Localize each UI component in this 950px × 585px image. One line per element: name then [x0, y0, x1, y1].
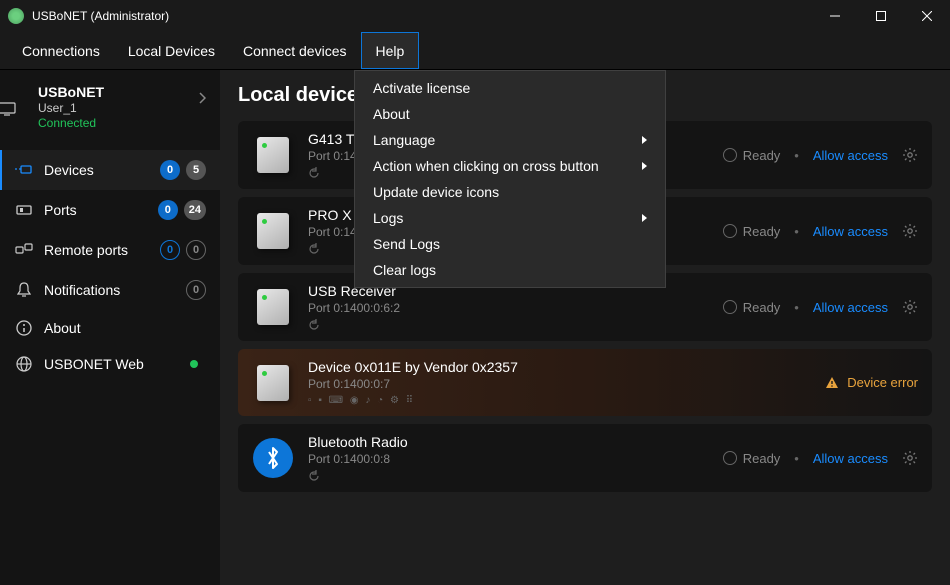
device-icon	[252, 134, 294, 176]
ready-icon	[723, 148, 737, 162]
account-panel[interactable]: USBoNET User_1 Connected	[0, 70, 220, 144]
app-logo-icon	[8, 8, 24, 24]
separator-dot: •	[794, 451, 799, 466]
sidebar-item-label: USBONET Web	[44, 356, 190, 372]
count-badge: 0	[160, 240, 180, 260]
allow-access-link[interactable]: Allow access	[813, 300, 888, 315]
status-error: Device error	[825, 375, 918, 390]
device-row[interactable]: Device 0x011E by Vendor 0x2357 Port 0:140…	[238, 349, 932, 416]
sidebar: USBoNET User_1 Connected Devices05Ports0…	[0, 70, 220, 585]
devices-icon	[14, 163, 34, 177]
notifications-icon	[14, 282, 34, 298]
count-badge: 0	[186, 240, 206, 260]
device-feature-icons	[308, 470, 709, 482]
count-badge: 0	[186, 280, 206, 300]
chevron-right-icon	[642, 214, 647, 222]
menu-connect-devices[interactable]: Connect devices	[229, 32, 361, 69]
separator-dot: •	[794, 148, 799, 163]
account-name: USBoNET	[38, 84, 204, 100]
status-ready: Ready	[723, 451, 781, 466]
title-bar: USBoNET (Administrator)	[0, 0, 950, 32]
sidebar-item-usbonet-web[interactable]: USBONET Web	[0, 346, 220, 382]
account-status: Connected	[38, 116, 204, 130]
chevron-right-icon	[198, 92, 206, 104]
usbonet-web-icon	[14, 356, 34, 372]
sidebar-item-label: Ports	[44, 202, 158, 218]
status-dot-icon	[190, 360, 198, 368]
ready-icon	[723, 451, 737, 465]
device-port: Port 0:1400:0:6:2	[308, 301, 709, 315]
sidebar-item-ports[interactable]: Ports0 24	[0, 190, 220, 230]
sidebar-item-devices[interactable]: Devices05	[0, 150, 220, 190]
help-item-language[interactable]: Language	[355, 127, 665, 153]
window-title: USBoNET (Administrator)	[32, 9, 812, 23]
sidebar-item-label: Notifications	[44, 282, 186, 298]
remote-ports-icon	[14, 243, 34, 257]
sidebar-item-about[interactable]: About	[0, 310, 220, 346]
allow-access-link[interactable]: Allow access	[813, 148, 888, 163]
gear-icon[interactable]	[902, 299, 918, 315]
separator-dot: •	[794, 300, 799, 315]
menu-help[interactable]: Help	[361, 32, 420, 69]
status-ready: Ready	[723, 148, 781, 163]
sidebar-item-remote-ports[interactable]: Remote ports00	[0, 230, 220, 270]
status-ready: Ready	[723, 224, 781, 239]
status-ready: Ready	[723, 300, 781, 315]
device-name: Device 0x011E by Vendor 0x2357	[308, 359, 811, 375]
menu-bar: ConnectionsLocal DevicesConnect devicesH…	[0, 32, 950, 70]
maximize-button[interactable]	[858, 0, 904, 32]
count-badge: 24	[184, 200, 206, 220]
help-item-clear-logs[interactable]: Clear logs	[355, 257, 665, 283]
device-row[interactable]: Bluetooth Radio Port 0:1400:0:8 Ready • Allo…	[238, 424, 932, 492]
chevron-right-icon	[642, 136, 647, 144]
device-port: Port 0:1400:0:8	[308, 452, 709, 466]
close-button[interactable]	[904, 0, 950, 32]
help-item-about[interactable]: About	[355, 101, 665, 127]
gear-icon[interactable]	[902, 450, 918, 466]
sidebar-item-label: Devices	[44, 162, 160, 178]
ports-icon	[14, 205, 34, 215]
gear-icon[interactable]	[902, 147, 918, 163]
help-item-action-when-clicking-on-cross-button[interactable]: Action when clicking on cross button	[355, 153, 665, 179]
allow-access-link[interactable]: Allow access	[813, 224, 888, 239]
device-icon	[252, 286, 294, 328]
device-port: Port 0:1400:0:7	[308, 377, 811, 391]
separator-dot: •	[794, 224, 799, 239]
help-item-update-device-icons[interactable]: Update device icons	[355, 179, 665, 205]
device-icon	[252, 210, 294, 252]
device-icon	[252, 362, 294, 404]
device-feature-icons	[308, 319, 709, 331]
menu-local-devices[interactable]: Local Devices	[114, 32, 229, 69]
sidebar-item-label: Remote ports	[44, 242, 160, 258]
device-feature-icons: ▫ ▪ ⌨ ◉ ♪ ◔ ⚙ ⠿	[308, 395, 811, 406]
device-icon	[252, 437, 294, 479]
help-item-send-logs[interactable]: Send Logs	[355, 231, 665, 257]
device-name: Bluetooth Radio	[308, 434, 709, 450]
count-badge: 0	[160, 160, 180, 180]
monitor-icon	[0, 102, 16, 116]
help-item-activate-license[interactable]: Activate license	[355, 75, 665, 101]
ready-icon	[723, 224, 737, 238]
sidebar-item-label: About	[44, 320, 206, 336]
account-user: User_1	[38, 101, 204, 115]
sidebar-item-notifications[interactable]: Notifications0	[0, 270, 220, 310]
menu-connections[interactable]: Connections	[8, 32, 114, 69]
ready-icon	[723, 300, 737, 314]
gear-icon[interactable]	[902, 223, 918, 239]
count-badge: 5	[186, 160, 206, 180]
chevron-right-icon	[642, 162, 647, 170]
help-item-logs[interactable]: Logs	[355, 205, 665, 231]
count-badge: 0	[158, 200, 178, 220]
minimize-button[interactable]	[812, 0, 858, 32]
allow-access-link[interactable]: Allow access	[813, 451, 888, 466]
about-icon	[14, 320, 34, 336]
help-dropdown: Activate licenseAboutLanguageAction when…	[354, 70, 666, 288]
